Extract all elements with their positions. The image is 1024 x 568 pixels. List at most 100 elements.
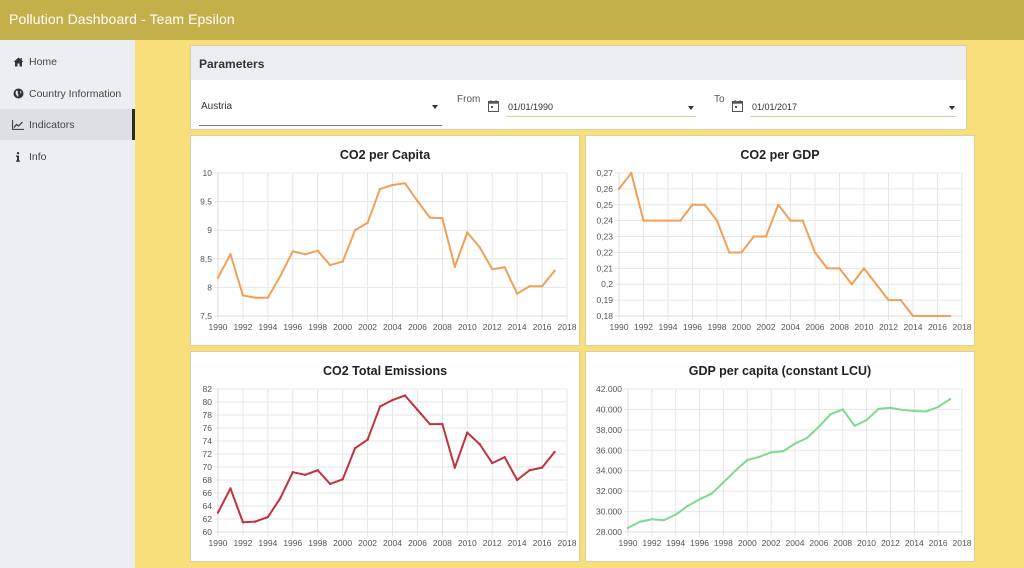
sidebar-item-indicators[interactable]: Indicators xyxy=(0,109,135,140)
data-point[interactable] xyxy=(441,216,444,220)
data-point[interactable] xyxy=(254,520,257,523)
data-point[interactable] xyxy=(528,285,531,288)
data-point[interactable] xyxy=(948,314,951,318)
data-point[interactable] xyxy=(850,283,853,286)
data-point[interactable] xyxy=(679,219,682,222)
data-point[interactable] xyxy=(304,253,307,256)
data-point[interactable] xyxy=(654,219,657,222)
data-point[interactable] xyxy=(829,412,832,416)
data-point[interactable] xyxy=(378,405,382,408)
data-point[interactable] xyxy=(540,466,544,469)
data-point[interactable] xyxy=(441,422,444,426)
data-point[interactable] xyxy=(478,246,481,249)
data-point[interactable] xyxy=(734,469,737,472)
data-point[interactable] xyxy=(769,451,773,454)
data-point[interactable] xyxy=(503,266,506,269)
data-point[interactable] xyxy=(453,466,457,469)
data-point[interactable] xyxy=(642,219,645,222)
data-point[interactable] xyxy=(805,436,809,440)
from-date-picker[interactable]: 01/01/1990 xyxy=(506,97,696,117)
data-point[interactable] xyxy=(703,203,706,206)
data-point[interactable] xyxy=(728,251,731,254)
data-point[interactable] xyxy=(853,424,856,427)
data-point[interactable] xyxy=(416,408,419,411)
data-point[interactable] xyxy=(403,182,407,185)
sidebar-item-home[interactable]: Home xyxy=(0,46,135,77)
sidebar-item-info[interactable]: Info xyxy=(0,141,135,172)
data-point[interactable] xyxy=(353,229,357,232)
data-point[interactable] xyxy=(638,520,642,523)
data-point[interactable] xyxy=(503,456,506,459)
data-point[interactable] xyxy=(316,249,319,252)
data-point[interactable] xyxy=(913,409,916,413)
data-point[interactable] xyxy=(617,187,621,191)
data-point[interactable] xyxy=(266,515,270,519)
data-point[interactable] xyxy=(266,296,270,299)
data-point[interactable] xyxy=(241,521,245,524)
country-select[interactable]: Austria xyxy=(199,92,442,126)
data-point[interactable] xyxy=(428,422,432,426)
calendar-icon[interactable] xyxy=(732,99,743,112)
data-point[interactable] xyxy=(758,455,761,459)
data-point[interactable] xyxy=(781,450,785,453)
data-point[interactable] xyxy=(826,267,829,270)
data-point[interactable] xyxy=(801,219,804,222)
data-point[interactable] xyxy=(686,504,689,508)
data-point[interactable] xyxy=(391,183,394,187)
data-point[interactable] xyxy=(540,285,544,288)
data-point[interactable] xyxy=(715,219,719,222)
data-point[interactable] xyxy=(366,221,369,224)
data-point[interactable] xyxy=(403,394,407,397)
data-point[interactable] xyxy=(875,283,878,286)
data-point[interactable] xyxy=(279,497,282,500)
data-point[interactable] xyxy=(366,438,369,441)
data-point[interactable] xyxy=(948,398,952,401)
data-point[interactable] xyxy=(710,492,713,495)
data-point[interactable] xyxy=(391,398,394,402)
data-point[interactable] xyxy=(924,314,927,318)
data-point[interactable] xyxy=(229,253,232,256)
data-point[interactable] xyxy=(752,235,755,238)
data-point[interactable] xyxy=(626,526,630,530)
data-point[interactable] xyxy=(241,294,245,297)
data-point[interactable] xyxy=(746,458,749,462)
data-point[interactable] xyxy=(630,171,633,175)
data-point[interactable] xyxy=(553,269,556,273)
data-point[interactable] xyxy=(662,519,665,522)
data-point[interactable] xyxy=(813,251,817,254)
data-point[interactable] xyxy=(777,203,780,206)
data-point[interactable] xyxy=(428,216,432,219)
data-point[interactable] xyxy=(291,471,294,474)
data-point[interactable] xyxy=(936,314,939,318)
data-point[interactable] xyxy=(862,267,866,270)
data-point[interactable] xyxy=(841,408,844,411)
data-point[interactable] xyxy=(698,498,701,501)
data-point[interactable] xyxy=(491,267,494,271)
data-point[interactable] xyxy=(666,219,670,222)
calendar-icon[interactable] xyxy=(488,99,499,112)
data-point[interactable] xyxy=(291,250,294,253)
data-point[interactable] xyxy=(528,469,531,472)
data-point[interactable] xyxy=(925,410,928,413)
to-date-picker[interactable]: 01/01/2017 xyxy=(750,97,957,117)
data-point[interactable] xyxy=(936,405,940,409)
data-point[interactable] xyxy=(789,219,792,222)
data-point[interactable] xyxy=(515,478,519,482)
sidebar-item-country-information[interactable]: Country Information xyxy=(0,78,135,109)
data-point[interactable] xyxy=(453,265,457,269)
data-point[interactable] xyxy=(911,314,915,318)
data-point[interactable] xyxy=(229,487,232,490)
data-point[interactable] xyxy=(279,274,282,278)
data-point[interactable] xyxy=(216,276,220,279)
data-point[interactable] xyxy=(378,187,382,191)
data-point[interactable] xyxy=(817,425,821,428)
data-point[interactable] xyxy=(691,203,694,206)
data-point[interactable] xyxy=(304,473,307,476)
data-point[interactable] xyxy=(553,450,556,454)
data-point[interactable] xyxy=(838,267,841,270)
data-point[interactable] xyxy=(216,511,220,514)
data-point[interactable] xyxy=(722,481,725,484)
data-point[interactable] xyxy=(887,298,890,302)
data-point[interactable] xyxy=(341,260,344,263)
data-point[interactable] xyxy=(515,292,519,295)
